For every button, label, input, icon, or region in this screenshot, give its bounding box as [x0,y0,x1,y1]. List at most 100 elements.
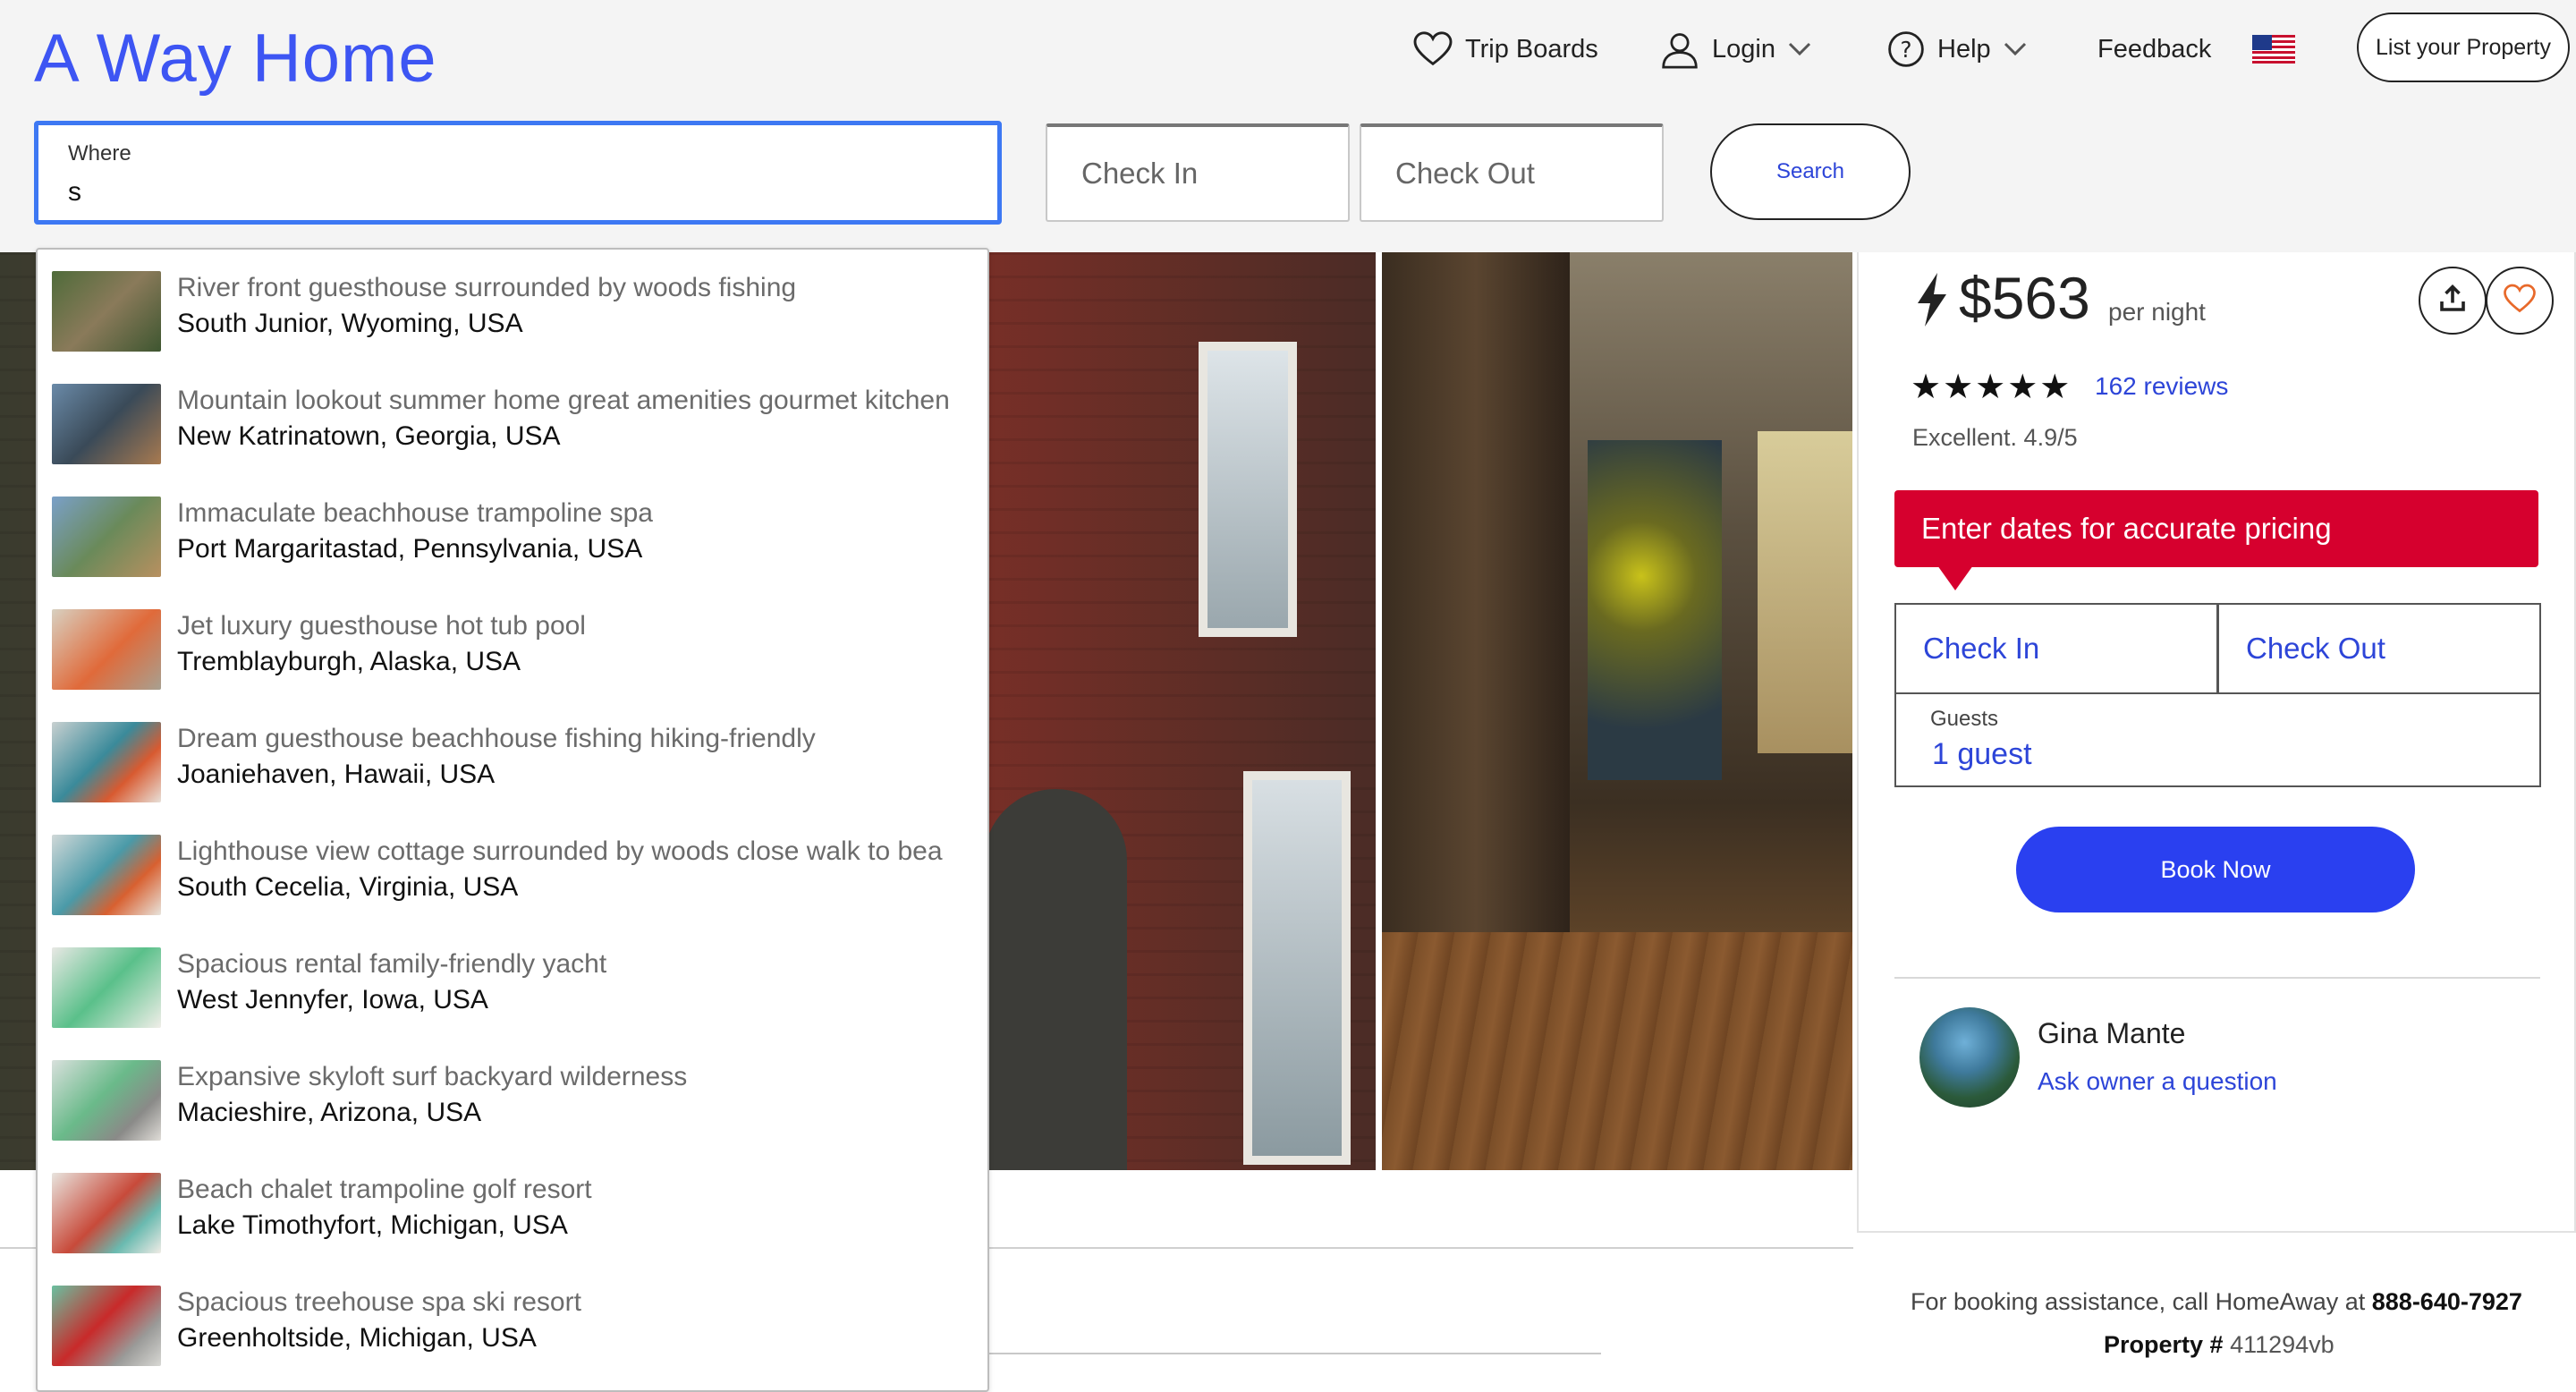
guests-value: 1 guest [1932,737,2032,771]
book-now-button[interactable]: Book Now [2016,827,2415,912]
feedback-link[interactable]: Feedback [2097,27,2211,72]
suggestion-location: Lake Timothyfort, Michigan, USA [177,1210,568,1240]
suggestion-item[interactable]: Expansive skyloft surf backyard wilderne… [38,1039,987,1151]
suggestion-thumbnail [52,271,161,352]
suggestion-item[interactable]: Lighthouse view cottage surrounded by wo… [38,813,987,926]
nightly-price: $563 [1959,265,2090,331]
suggestion-title: Immaculate beachhouse trampoline spa [177,498,653,528]
rating-stars: ★★★★★ [1911,369,2072,406]
suggestion-thumbnail [52,384,161,464]
where-input[interactable]: Where s [34,121,1002,225]
reviews-link[interactable]: 162 reviews [2095,372,2228,401]
login-menu[interactable]: Login [1660,27,1811,72]
help-icon: ? [1887,30,1925,68]
suggestion-thumbnail [52,722,161,802]
suggestion-thumbnail [52,1286,161,1366]
trip-boards-label: Trip Boards [1465,34,1598,64]
save-to-trip-board-button[interactable] [2486,267,2554,335]
booking-assistance: For booking assistance, call HomeAway at… [1911,1288,2522,1316]
owner-avatar [1919,1007,2020,1108]
property-label: Property # [2104,1331,2224,1358]
suggestion-title: Spacious rental family-friendly yacht [177,949,607,979]
pricing-alert: Enter dates for accurate pricing [1894,490,2538,567]
suggestion-item[interactable]: Beach chalet trampoline golf resort Lake… [38,1151,987,1264]
booking-check-in-field[interactable]: Check In [1894,603,2218,694]
chevron-down-icon [1788,42,1811,56]
suggestion-title: Dream guesthouse beachhouse fishing hiki… [177,724,816,753]
section-divider [988,1353,1601,1354]
suggestion-location: Tremblayburgh, Alaska, USA [177,647,521,676]
suggestion-title: Lighthouse view cottage surrounded by wo… [177,836,943,866]
suggestion-thumbnail [52,609,161,690]
suggestion-title: Jet luxury guesthouse hot tub pool [177,611,586,641]
guests-label: Guests [1930,707,1999,731]
suggestion-item[interactable]: Spacious rental family-friendly yacht We… [38,926,987,1039]
help-label: Help [1937,34,1991,64]
suggestion-location: Port Margaritastad, Pennsylvania, USA [177,534,643,564]
assist-text: For booking assistance, call HomeAway at [1911,1288,2366,1315]
site-logo[interactable]: A Way Home [34,20,437,98]
svg-text:?: ? [1900,37,1911,63]
suggestion-item[interactable]: Jet luxury guesthouse hot tub pool Tremb… [38,588,987,700]
suggestion-item[interactable]: Spacious treehouse spa ski resort Greenh… [38,1264,987,1377]
per-night-label: per night [2108,298,2206,326]
suggestion-thumbnail [52,1173,161,1253]
suggestion-location: South Cecelia, Virginia, USA [177,872,519,902]
login-label: Login [1712,34,1775,64]
suggestion-item[interactable]: River front guesthouse surrounded by woo… [38,250,987,362]
suggestion-title: River front guesthouse surrounded by woo… [177,273,797,302]
us-flag-icon [2252,35,2295,64]
property-number-value: 411294vb [2230,1331,2334,1358]
heart-icon [1413,31,1453,67]
booking-check-out-field[interactable]: Check Out [2217,603,2541,694]
suggestion-location: South Junior, Wyoming, USA [177,309,523,338]
user-icon [1660,30,1699,69]
assist-phone: 888-640-7927 [2371,1288,2522,1315]
heart-outline-icon [2504,284,2536,318]
location-suggestions-dropdown: River front guesthouse surrounded by woo… [36,248,989,1392]
suggestion-location: New Katrinatown, Georgia, USA [177,421,561,451]
suggestion-thumbnail [52,835,161,915]
suggestion-location: Joaniehaven, Hawaii, USA [177,760,496,789]
pricing-alert-pointer [1937,565,1973,590]
rating-summary: Excellent. 4.9/5 [1912,424,2078,451]
suggestion-title: Beach chalet trampoline golf resort [177,1175,592,1204]
guests-selector[interactable]: Guests 1 guest [1894,694,2541,787]
window-shape [1199,342,1297,637]
property-number: Property # 411294vb [2104,1331,2334,1359]
suggestion-title: Mountain lookout summer home great ameni… [177,386,950,415]
ask-owner-link[interactable]: Ask owner a question [2038,1067,2277,1096]
where-value[interactable]: s [68,177,81,208]
suggestion-location: Greenholtside, Michigan, USA [177,1323,537,1353]
trip-boards-link[interactable]: Trip Boards [1413,27,1598,72]
where-label: Where [68,141,131,166]
doorway-arch-shape [984,789,1127,1170]
help-menu[interactable]: ? Help [1887,27,2027,72]
list-property-button[interactable]: List your Property [2357,13,2570,82]
panel-divider [1894,977,2540,979]
suggestion-thumbnail [52,947,161,1028]
suggestion-title: Spacious treehouse spa ski resort [177,1287,581,1317]
check-in-field[interactable]: Check In [1046,123,1350,222]
suggestion-item[interactable]: Immaculate beachhouse trampoline spa Por… [38,475,987,588]
window-shape [1243,771,1351,1165]
secondary-photo[interactable] [1382,252,1852,1170]
feedback-label: Feedback [2097,34,2212,64]
check-out-field[interactable]: Check Out [1360,123,1664,222]
suggestion-title: Expansive skyloft surf backyard wilderne… [177,1062,688,1091]
suggestion-item[interactable]: Dream guesthouse beachhouse fishing hiki… [38,700,987,813]
suggestion-thumbnail [52,1060,161,1141]
share-icon [2436,283,2469,319]
share-button[interactable] [2419,267,2487,335]
bolt-icon [1914,273,1950,331]
language-selector[interactable] [2252,27,2295,72]
suggestion-thumbnail [52,497,161,577]
floor-shape [1382,932,1852,1170]
suggestion-location: West Jennyfer, Iowa, USA [177,985,488,1014]
painting-shape [1588,440,1722,780]
search-button[interactable]: Search [1710,123,1911,220]
chevron-down-icon [2004,42,2027,56]
header: A Way Home Trip Boards Login ? Help Feed… [0,0,2576,252]
owner-name: Gina Mante [2038,1017,2186,1049]
suggestion-item[interactable]: Mountain lookout summer home great ameni… [38,362,987,475]
